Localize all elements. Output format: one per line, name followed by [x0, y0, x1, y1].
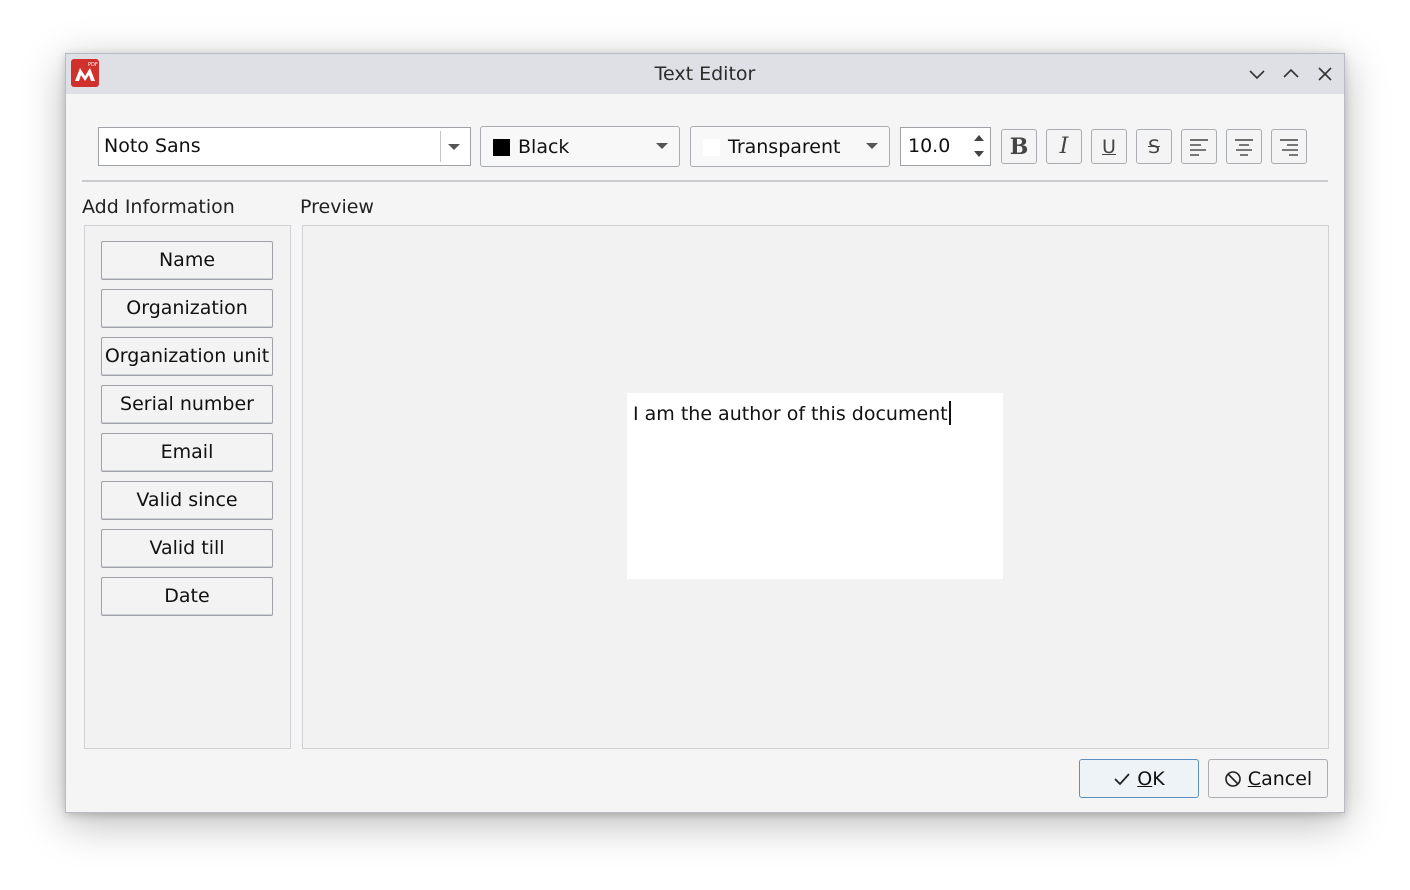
insert-valid-since-button[interactable]: Valid since — [101, 481, 273, 520]
insert-serial-number-button[interactable]: Serial number — [101, 385, 273, 424]
cancel-circle-icon — [1224, 770, 1241, 787]
align-center-icon — [1235, 138, 1253, 156]
check-icon — [1114, 772, 1130, 785]
background-color-label: Transparent — [728, 136, 841, 158]
strikethrough-button[interactable]: S — [1136, 129, 1172, 164]
add-information-panel: Name Organization Organization unit Seri… — [84, 225, 291, 749]
align-center-button[interactable] — [1226, 129, 1262, 164]
cancel-button-label: Cancel — [1247, 767, 1313, 790]
font-size-value: 10.0 — [908, 135, 951, 157]
cancel-button[interactable]: Cancel — [1208, 759, 1328, 798]
close-icon[interactable] — [1315, 64, 1335, 84]
insert-name-button[interactable]: Name — [101, 241, 273, 280]
add-information-label: Add Information — [82, 196, 235, 218]
chevron-down-icon — [866, 143, 878, 149]
text-caret — [948, 401, 951, 425]
font-family-combo[interactable]: Noto Sans — [98, 127, 471, 166]
maximize-icon[interactable] — [1281, 64, 1301, 84]
ok-button[interactable]: OK — [1079, 759, 1199, 798]
align-left-icon — [1190, 138, 1208, 156]
underline-button[interactable]: U — [1091, 129, 1127, 164]
font-family-value: Noto Sans — [104, 135, 201, 157]
minimize-icon[interactable] — [1247, 64, 1267, 84]
preview-text-editor[interactable]: I am the author of this document — [627, 393, 1003, 579]
font-size-spinbox[interactable]: 10.0 — [900, 127, 991, 166]
preview-text-content: I am the author of this document — [633, 403, 948, 425]
text-editor-dialog: PDF Text Editor Noto Sans Black Transpar… — [65, 53, 1345, 813]
spin-arrows[interactable] — [968, 128, 990, 165]
combo-separator — [440, 131, 441, 162]
text-color-label: Black — [518, 136, 570, 158]
preview-label: Preview — [300, 196, 374, 218]
align-right-icon — [1280, 138, 1298, 156]
background-color-swatch — [703, 139, 720, 156]
window-title: Text Editor — [654, 63, 756, 85]
title-bar: PDF Text Editor — [66, 54, 1344, 94]
bold-button[interactable]: B — [1001, 129, 1037, 164]
insert-organization-unit-button[interactable]: Organization unit — [101, 337, 273, 376]
format-toolbar: Noto Sans Black Transparent 10.0 B I U S — [66, 94, 1344, 184]
background-color-combo[interactable]: Transparent — [690, 126, 890, 167]
italic-button[interactable]: I — [1046, 129, 1082, 164]
preview-panel: I am the author of this document — [302, 225, 1329, 749]
text-color-swatch — [493, 139, 510, 156]
align-right-button[interactable] — [1271, 129, 1307, 164]
toolbar-divider — [82, 180, 1328, 182]
insert-email-button[interactable]: Email — [101, 433, 273, 472]
preview-text-line[interactable]: I am the author of this document — [633, 401, 951, 425]
ok-button-label: OK — [1137, 767, 1165, 790]
spin-up-icon[interactable] — [974, 135, 984, 141]
insert-organization-button[interactable]: Organization — [101, 289, 273, 328]
align-left-button[interactable] — [1181, 129, 1217, 164]
chevron-down-icon — [656, 143, 668, 149]
insert-valid-till-button[interactable]: Valid till — [101, 529, 273, 568]
insert-date-button[interactable]: Date — [101, 577, 273, 616]
text-color-combo[interactable]: Black — [480, 126, 680, 167]
spin-down-icon[interactable] — [974, 151, 984, 157]
chevron-down-icon[interactable] — [448, 144, 460, 150]
